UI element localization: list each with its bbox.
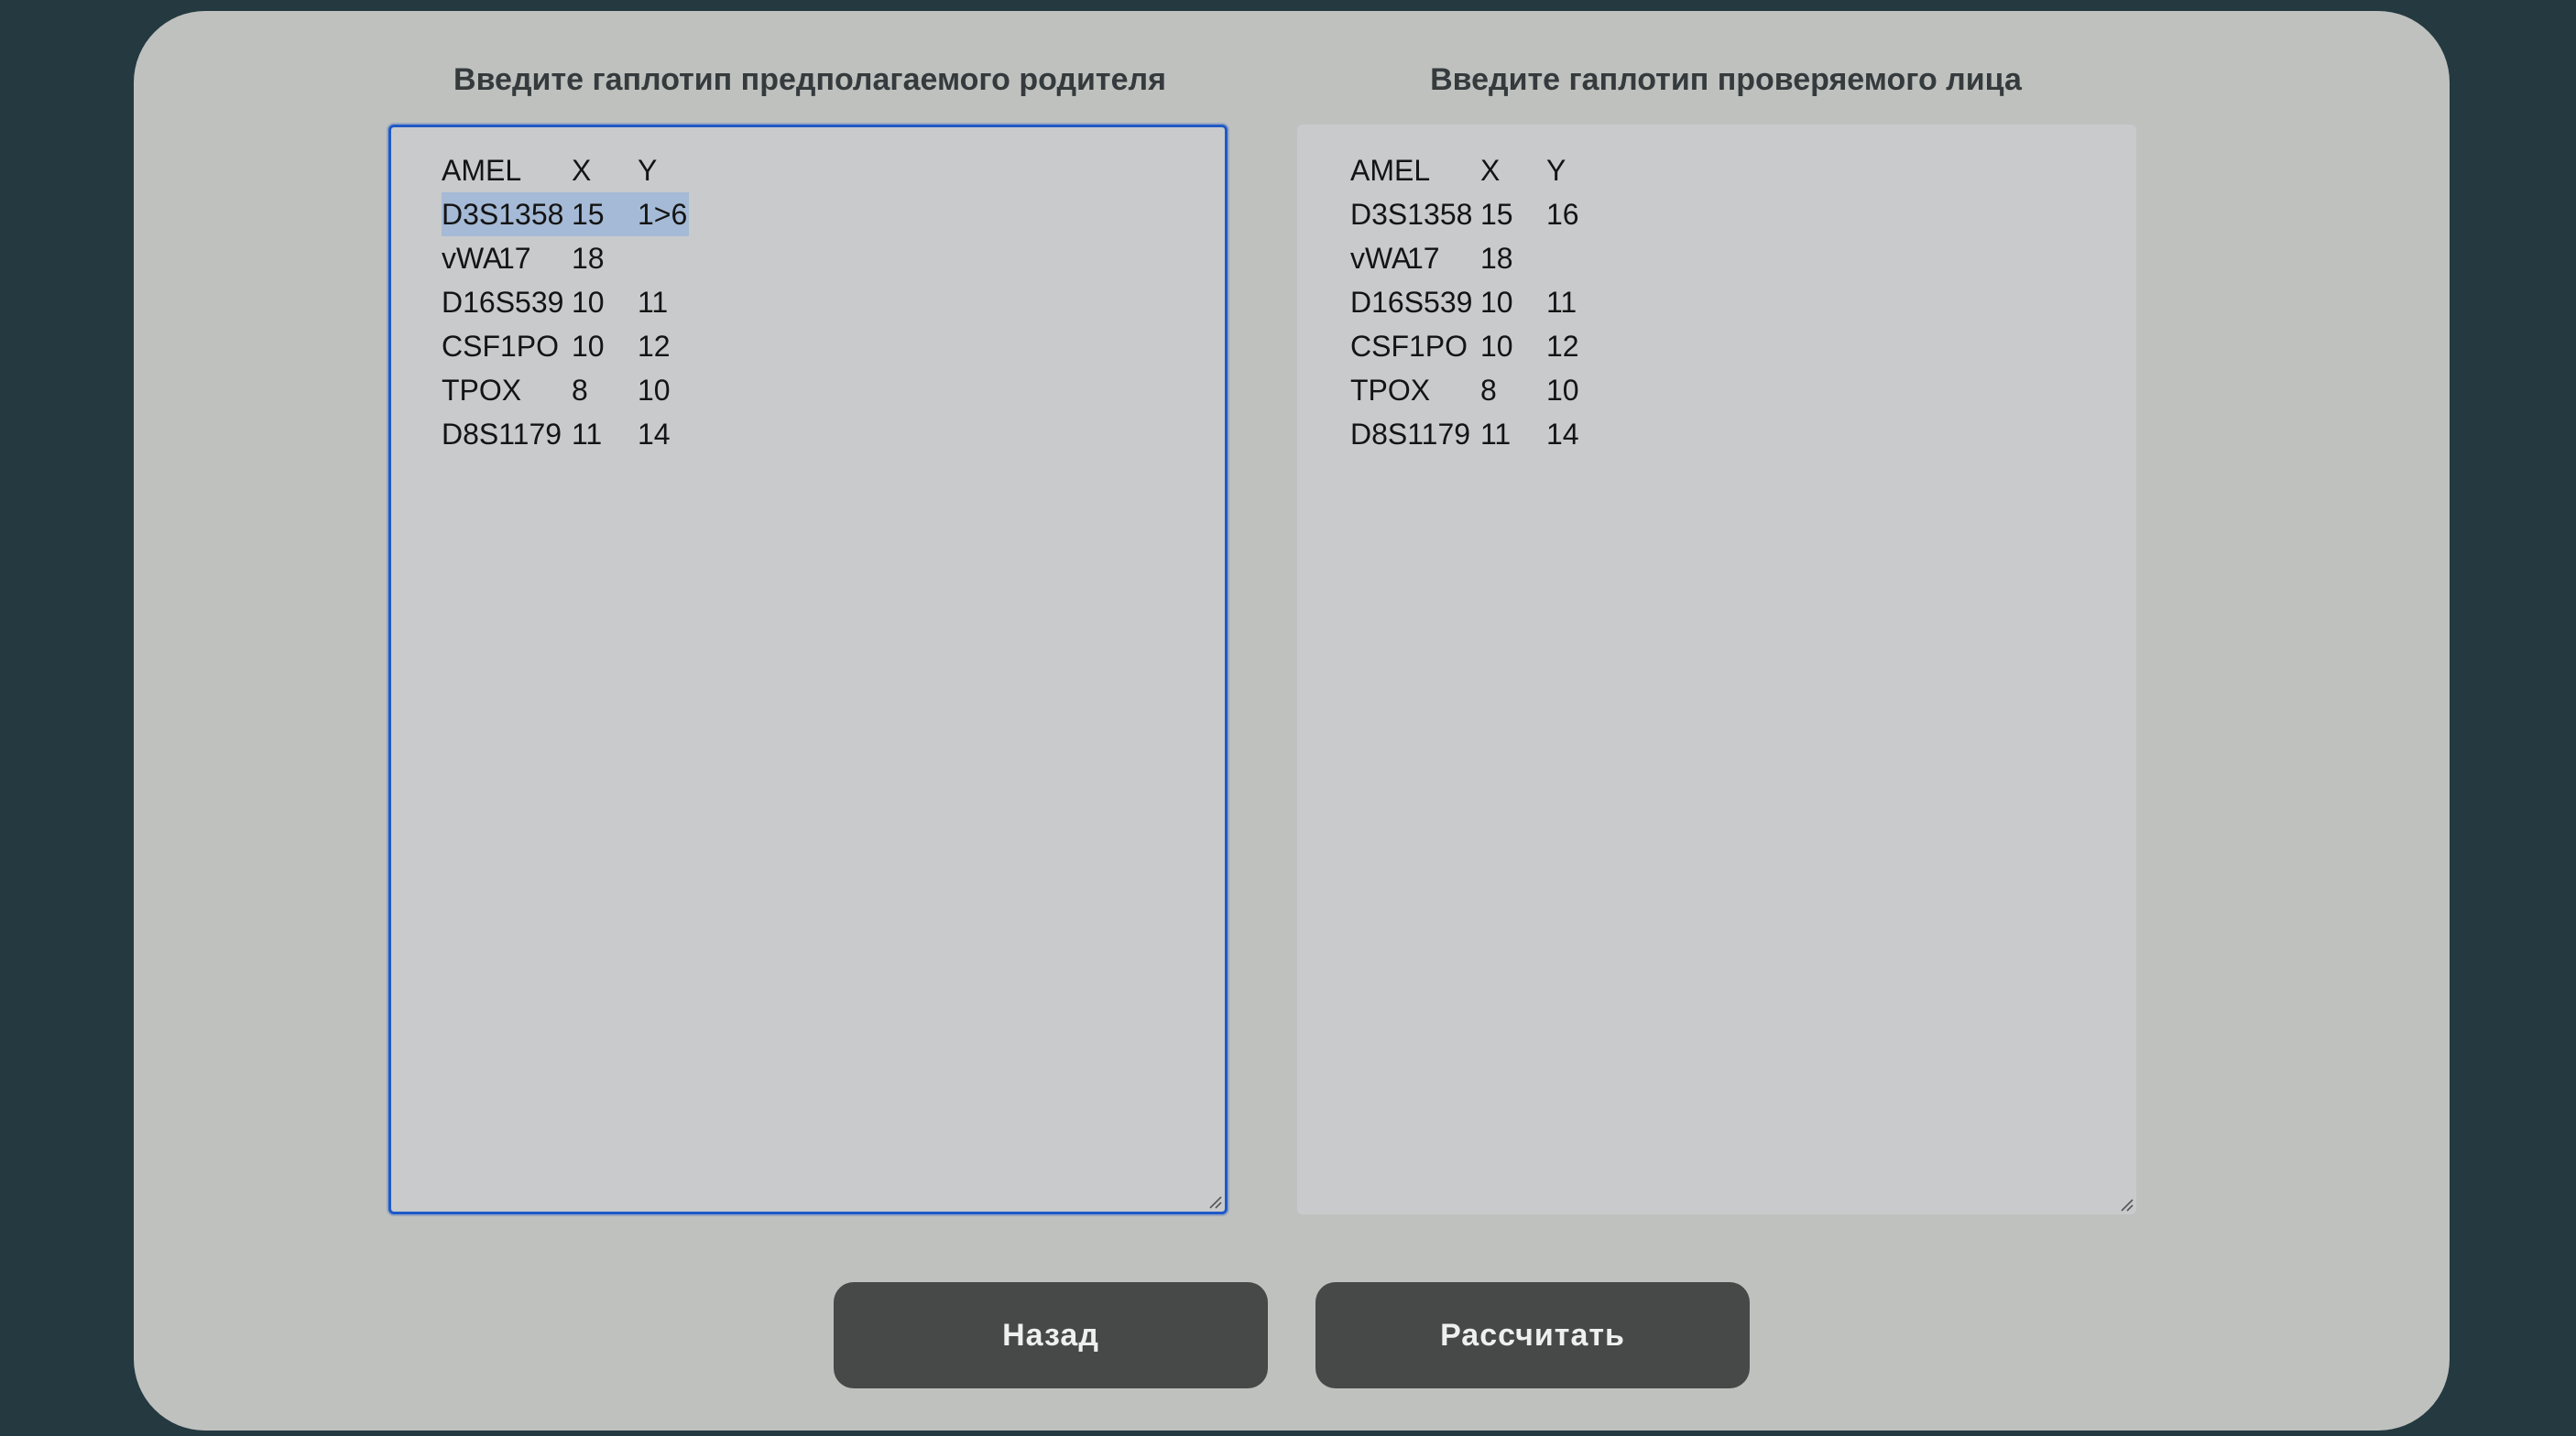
allele-2: 18 bbox=[1480, 242, 1513, 275]
allele-2: 12 bbox=[1546, 330, 1579, 363]
haplotype-line: CSF1PO 10 12 bbox=[1350, 324, 1620, 368]
haplotype-line: D16S539 10 11 bbox=[442, 280, 711, 324]
allele-1: X bbox=[1480, 154, 1501, 187]
haplotype-line: vWA 17 18 bbox=[442, 236, 711, 280]
haplotype-line: D8S1179 11 14 bbox=[442, 412, 711, 456]
allele-1: 17 bbox=[498, 242, 531, 275]
locus-name: AMEL bbox=[1350, 154, 1431, 187]
locus-name: D8S1179 bbox=[442, 418, 562, 451]
subject-haplotype-text: AMEL X Y D3S1358 15 16 vWA 17 18 D16S539… bbox=[1350, 148, 1620, 456]
locus-name: D16S539 bbox=[442, 286, 564, 319]
allele-1: 10 bbox=[572, 330, 605, 363]
haplotype-line: D16S539 10 11 bbox=[1350, 280, 1620, 324]
locus-name: D8S1179 bbox=[1350, 418, 1471, 451]
allele-2: 16 bbox=[1546, 198, 1579, 231]
allele-1: 8 bbox=[1480, 374, 1497, 407]
parent-haplotype-textarea[interactable]: AMEL X Y D3S1358 15 1>6 vWA 17 18 D16S53… bbox=[388, 125, 1228, 1214]
back-button[interactable]: Назад bbox=[834, 1282, 1268, 1388]
allele-2: 11 bbox=[638, 286, 669, 319]
locus-name: vWA bbox=[1350, 242, 1412, 275]
allele-2: 1>6 bbox=[638, 192, 690, 236]
locus-name: AMEL bbox=[442, 154, 522, 187]
subject-haplotype-textarea[interactable]: AMEL X Y D3S1358 15 16 vWA 17 18 D16S539… bbox=[1297, 125, 2136, 1214]
allele-1: X bbox=[572, 154, 592, 187]
haplotype-line: D8S1179 11 14 bbox=[1350, 412, 1620, 456]
allele-1: 10 bbox=[1480, 286, 1513, 319]
allele-1: 15 bbox=[1480, 198, 1513, 231]
locus-name: CSF1PO bbox=[1350, 330, 1468, 363]
parent-haplotype-text: AMEL X Y D3S1358 15 1>6 vWA 17 18 D16S53… bbox=[442, 148, 711, 456]
parent-haplotype-title: Введите гаплотип предполагаемого родител… bbox=[453, 62, 1166, 97]
allele-2: 12 bbox=[638, 330, 671, 363]
haplotype-line: CSF1PO 10 12 bbox=[442, 324, 711, 368]
haplotype-line: TPOX 8 10 bbox=[1350, 368, 1620, 412]
form-card: Введите гаплотип предполагаемого родител… bbox=[134, 11, 2450, 1431]
resize-grip-icon[interactable] bbox=[2119, 1197, 2134, 1212]
allele-1: 10 bbox=[1480, 330, 1513, 363]
subject-haplotype-title: Введите гаплотип проверяемого лица bbox=[1430, 62, 2022, 97]
allele-1: 11 bbox=[1480, 418, 1512, 451]
allele-2: 18 bbox=[572, 242, 605, 275]
allele-2: 14 bbox=[638, 418, 671, 451]
locus-name: CSF1PO bbox=[442, 330, 560, 363]
allele-1: 11 bbox=[572, 418, 603, 451]
locus-name: D3S1358 bbox=[1350, 198, 1473, 231]
allele-1: 15 bbox=[572, 192, 638, 236]
allele-1: 8 bbox=[572, 374, 588, 407]
calculate-button[interactable]: Рассчитать bbox=[1315, 1282, 1750, 1388]
locus-name: D16S539 bbox=[1350, 286, 1473, 319]
haplotype-line: AMEL X Y bbox=[1350, 148, 1620, 192]
allele-2: 11 bbox=[1546, 286, 1577, 319]
resize-grip-icon[interactable] bbox=[1207, 1194, 1222, 1209]
allele-2: Y bbox=[1546, 154, 1566, 187]
locus-name: TPOX bbox=[1350, 374, 1431, 407]
allele-2: 10 bbox=[1546, 374, 1579, 407]
haplotype-line-selected: D3S1358 15 1>6 bbox=[442, 192, 711, 236]
allele-2: 14 bbox=[1546, 418, 1579, 451]
haplotype-line: TPOX 8 10 bbox=[442, 368, 711, 412]
locus-name: vWA bbox=[442, 242, 503, 275]
allele-2: 10 bbox=[638, 374, 671, 407]
allele-1: 10 bbox=[572, 286, 605, 319]
haplotype-line: AMEL X Y bbox=[442, 148, 711, 192]
locus-name: D3S1358 bbox=[442, 192, 572, 236]
haplotype-line: D3S1358 15 16 bbox=[1350, 192, 1620, 236]
locus-name: TPOX bbox=[442, 374, 522, 407]
allele-2: Y bbox=[638, 154, 658, 187]
haplotype-line: vWA 17 18 bbox=[1350, 236, 1620, 280]
allele-1: 17 bbox=[1407, 242, 1440, 275]
